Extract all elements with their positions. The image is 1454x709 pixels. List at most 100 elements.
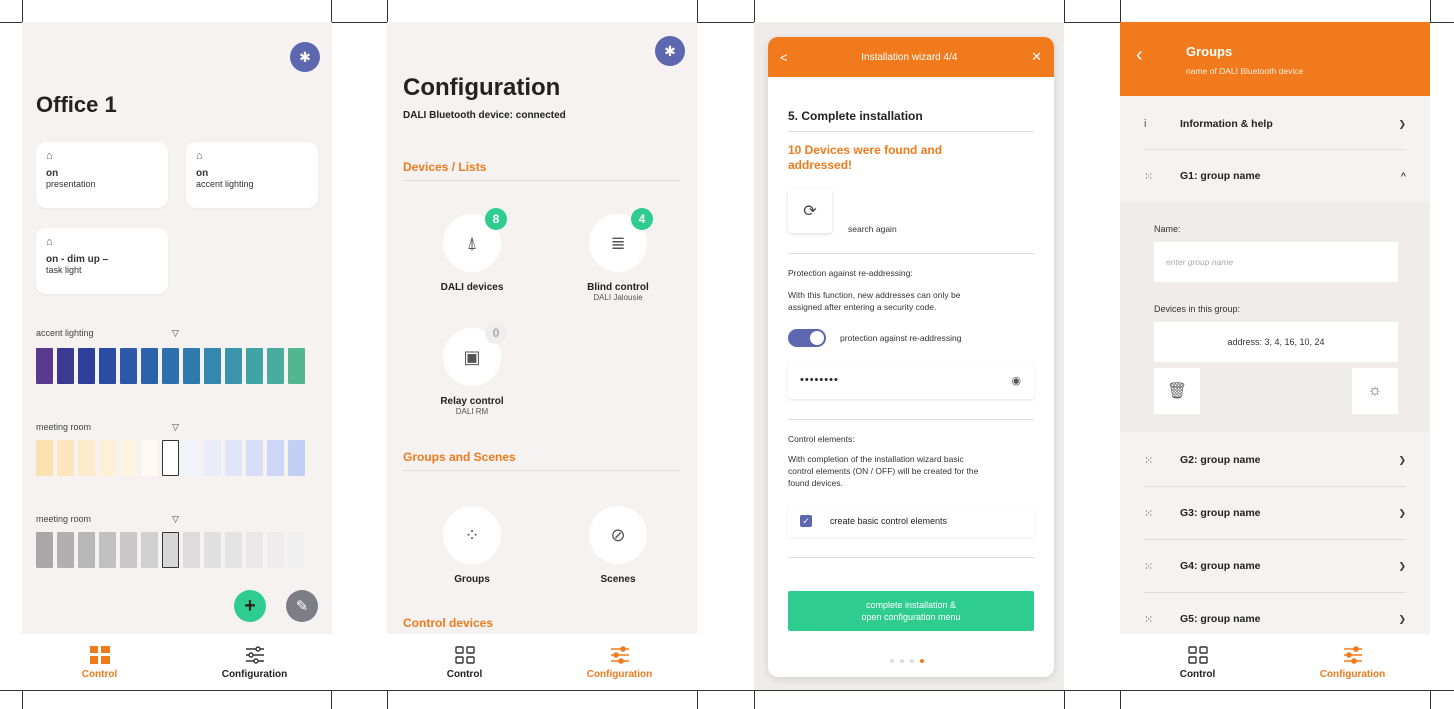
groups-tile[interactable]: ⁘ Groups	[417, 506, 527, 585]
color-swatch[interactable]	[99, 440, 116, 476]
add-button[interactable]: +	[234, 590, 266, 622]
color-swatch[interactable]	[57, 348, 74, 384]
relay-control-button[interactable]: ▣ 0	[443, 322, 507, 386]
color-swatch-selected[interactable]	[162, 440, 179, 476]
scene-label: meeting room	[36, 514, 92, 524]
color-swatch[interactable]	[36, 348, 53, 384]
color-swatch[interactable]	[99, 348, 116, 384]
dali-devices-tile[interactable]: ⍋ 8 DALI devices	[417, 208, 527, 293]
color-swatch[interactable]	[78, 532, 95, 568]
delete-button[interactable]: 🗑	[1154, 368, 1200, 414]
color-swatch[interactable]	[246, 532, 263, 568]
color-swatch[interactable]	[141, 532, 158, 568]
color-swatch[interactable]	[141, 348, 158, 384]
identify-button[interactable]: ☼	[1352, 368, 1398, 414]
light-card-task[interactable]: ⌂ on - dim up – task light	[36, 228, 168, 294]
bottom-nav: Control Configuration	[1120, 634, 1430, 690]
color-swatch[interactable]	[267, 440, 284, 476]
protection-toggle[interactable]	[788, 329, 826, 347]
checkbox-label: create basic control elements	[830, 516, 948, 526]
control-desc: With completion of the installation wiza…	[788, 453, 978, 489]
back-icon[interactable]: <	[780, 50, 788, 65]
color-swatch[interactable]	[288, 348, 305, 384]
row-label: G3: group name	[1180, 507, 1261, 519]
bluetooth-button[interactable]: ✱	[655, 36, 685, 66]
nav-configuration[interactable]: Configuration	[542, 634, 697, 690]
dali-device-button[interactable]: ⍋ 8	[443, 208, 507, 272]
nav-configuration[interactable]: Configuration	[1275, 634, 1430, 690]
scene-marker: ▽	[172, 514, 179, 524]
screen-control: ✱ Office 1 ⌂ on presentation ⌂ on accent…	[22, 22, 332, 690]
crop-mark	[22, 690, 23, 709]
scene-marker: ▽	[172, 328, 179, 338]
color-swatch[interactable]	[267, 348, 284, 384]
color-swatch[interactable]	[99, 532, 116, 568]
color-swatch[interactable]	[246, 348, 263, 384]
groups-button[interactable]: ⁘	[443, 506, 501, 564]
lamp-icon: ⌂	[196, 150, 203, 162]
checkbox-checked[interactable]: ✓	[800, 515, 812, 527]
create-controls-row[interactable]: ✓ create basic control elements	[788, 505, 1034, 537]
color-swatch[interactable]	[57, 532, 74, 568]
color-swatch[interactable]	[36, 532, 53, 568]
color-swatch[interactable]	[225, 348, 242, 384]
color-swatch[interactable]	[246, 440, 263, 476]
color-swatch[interactable]	[267, 532, 284, 568]
nav-control[interactable]: Control	[1120, 634, 1275, 690]
row-label: G1: group name	[1180, 170, 1261, 182]
back-icon[interactable]: ‹	[1136, 44, 1143, 67]
nav-control[interactable]: Control	[22, 634, 177, 690]
eye-icon[interactable]: ◉	[1011, 374, 1022, 387]
scenes-button[interactable]: ⊘	[589, 506, 647, 564]
color-swatch[interactable]	[204, 348, 221, 384]
color-swatch[interactable]	[120, 532, 137, 568]
protection-desc: With this function, new addresses can on…	[788, 289, 960, 313]
search-again-label: search again	[848, 224, 897, 234]
cta-line: open configuration menu	[861, 612, 961, 622]
color-swatch[interactable]	[120, 440, 137, 476]
color-swatch[interactable]	[78, 440, 95, 476]
light-card-accent[interactable]: ⌂ on accent lighting	[186, 142, 318, 208]
color-swatch[interactable]	[225, 440, 242, 476]
bluetooth-button[interactable]: ✱	[290, 42, 320, 72]
crop-mark	[331, 0, 332, 22]
nav-control[interactable]: Control	[387, 634, 542, 690]
chevron-down-icon: ❯	[1398, 507, 1406, 518]
nav-configuration[interactable]: Configuration	[177, 634, 332, 690]
color-swatch[interactable]	[162, 348, 179, 384]
color-swatch[interactable]	[183, 348, 200, 384]
color-swatch[interactable]	[204, 532, 221, 568]
step-title: 5. Complete installation	[788, 109, 923, 123]
color-swatch-selected[interactable]	[162, 532, 179, 568]
close-icon[interactable]: ✕	[1031, 49, 1042, 65]
color-swatch[interactable]	[78, 348, 95, 384]
light-card-presentation[interactable]: ⌂ on presentation	[36, 142, 168, 208]
group-row-g1[interactable]: ⁙ G1: group name ^	[1120, 150, 1430, 202]
color-swatch[interactable]	[57, 440, 74, 476]
scene-marker: ▽	[172, 422, 179, 432]
group-name-input[interactable]: enter group name	[1154, 242, 1398, 282]
color-swatch[interactable]	[183, 440, 200, 476]
search-again-button[interactable]: ⟳	[788, 189, 832, 233]
color-swatch[interactable]	[141, 440, 158, 476]
blind-control-button[interactable]: ≣ 4	[589, 208, 653, 272]
color-swatch[interactable]	[204, 440, 221, 476]
complete-installation-button[interactable]: complete installation & open configurati…	[788, 591, 1034, 631]
scenes-tile[interactable]: ⊘ Scenes	[563, 506, 673, 585]
group-row-g4[interactable]: ⁙ G4: group name ❯	[1120, 540, 1430, 592]
color-swatch[interactable]	[288, 440, 305, 476]
blind-control-tile[interactable]: ≣ 4 Blind control DALI Jalousie	[563, 208, 673, 302]
group-row-g3[interactable]: ⁙ G3: group name ❯	[1120, 487, 1430, 539]
relay-control-tile[interactable]: ▣ 0 Relay control DALI RM	[417, 322, 527, 416]
nav-label: Configuration	[1319, 668, 1386, 680]
edit-button[interactable]: ✎	[286, 590, 318, 622]
color-swatch[interactable]	[36, 440, 53, 476]
crop-mark	[1430, 0, 1431, 22]
color-swatch[interactable]	[120, 348, 137, 384]
color-swatch[interactable]	[225, 532, 242, 568]
group-row-g2[interactable]: ⁙ G2: group name ❯	[1120, 434, 1430, 486]
color-swatch[interactable]	[288, 532, 305, 568]
password-field[interactable]: •••••••• ◉	[788, 361, 1034, 399]
color-swatch[interactable]	[183, 532, 200, 568]
info-help-row[interactable]: i Information & help ❯	[1120, 98, 1430, 150]
